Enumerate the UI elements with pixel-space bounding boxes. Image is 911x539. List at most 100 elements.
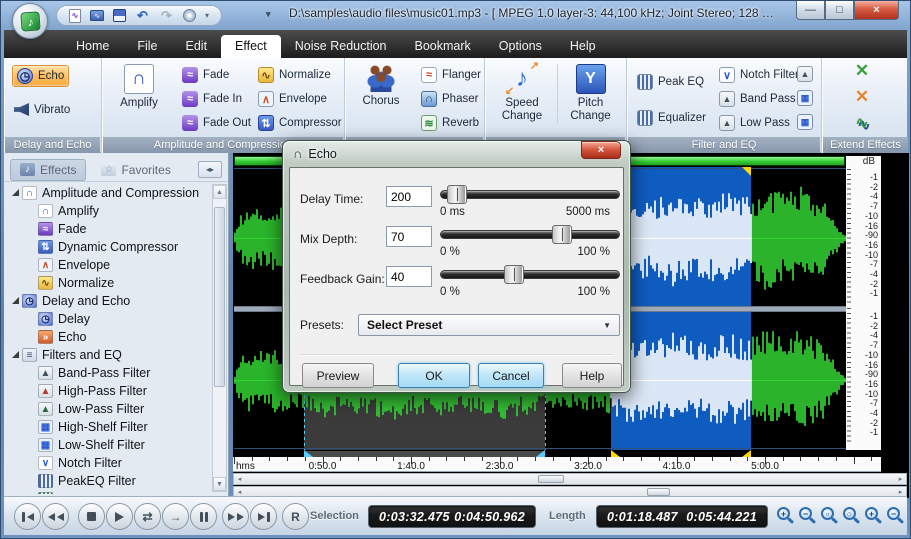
delay-time-slider-thumb[interactable] (447, 185, 467, 204)
high-shelf-icon-button[interactable]: ▦ (797, 90, 813, 106)
time-ruler[interactable]: hms 0:50.0 1:40.0 2:30.0 3:20.0 4:10.0 5:00.0 (233, 457, 881, 472)
compressor-button[interactable]: ⇅ Compressor (254, 113, 346, 133)
extend-effect-1-icon[interactable]: ✕ (854, 61, 870, 80)
expander-icon[interactable] (12, 296, 19, 304)
cancel-button[interactable]: Cancel (478, 363, 544, 388)
rewind-button[interactable] (42, 503, 69, 530)
equalizer-button[interactable]: Equalizer (633, 108, 710, 128)
envelope-button[interactable]: ∧ Envelope (254, 89, 331, 109)
preview-button[interactable]: Preview (302, 363, 374, 388)
menu-tab-effect[interactable]: Effect (221, 35, 281, 58)
burn-disc-icon[interactable] (183, 9, 196, 22)
burn-dropdown-icon[interactable]: ▾ (205, 11, 209, 20)
tree-item-low-pass-filter[interactable]: ▲ Low-Pass Filter (6, 400, 212, 418)
hscroll-right-icon[interactable]: ▸ (895, 474, 906, 484)
tree-item-amplify[interactable]: ∩ Amplify (6, 202, 212, 220)
stop-button[interactable] (78, 503, 105, 530)
flanger-button[interactable]: ≈ Flanger (417, 65, 485, 85)
vibrato-button[interactable]: Vibrato (10, 101, 74, 118)
speed-change-button[interactable]: ♪ Speed Change (491, 60, 553, 123)
peak-eq-button[interactable]: Peak EQ (633, 72, 708, 92)
extend-effect-3-icon[interactable]: ∿ (854, 115, 870, 132)
echo-button[interactable]: ◷ Echo (12, 65, 70, 87)
close-button[interactable]: × (854, 1, 899, 20)
tree-item-peakeq-filter[interactable]: PeakEQ Filter (6, 472, 212, 490)
tab-pager-button[interactable]: ◂▸ (198, 161, 222, 178)
dialog-close-button[interactable]: × (581, 141, 621, 159)
play-button[interactable] (106, 503, 133, 530)
extend-effect-2-icon[interactable]: ✕ (854, 87, 870, 106)
menu-tab-options[interactable]: Options (485, 35, 556, 58)
high-pass-icon-button[interactable]: ▲ (797, 66, 813, 82)
hscroll-thumb-1[interactable] (538, 475, 564, 483)
move-cursor-button[interactable]: → (162, 503, 189, 530)
menu-tab-help[interactable]: Help (556, 35, 610, 58)
phaser-button[interactable]: ∩ Phaser (417, 89, 482, 109)
amplify-button[interactable]: ∩ Amplify (112, 64, 166, 110)
tree-item-partial[interactable] (6, 490, 212, 494)
feedback-gain-input[interactable] (386, 266, 432, 287)
tree-item-envelope[interactable]: ∧ Envelope (6, 256, 212, 274)
delay-time-slider[interactable] (440, 185, 620, 204)
tree-item-low-shelf-filter[interactable]: ▦ Low-Shelf Filter (6, 436, 212, 454)
new-file-icon[interactable]: ∿ (69, 8, 81, 23)
save-icon[interactable] (113, 9, 126, 22)
pitch-change-button[interactable]: Y Pitch Change (557, 64, 619, 124)
zoom-in-icon[interactable]: + (776, 506, 797, 527)
presets-select[interactable]: Select Preset ▼ (358, 314, 620, 336)
menu-tab-file[interactable]: File (123, 35, 171, 58)
tab-effects[interactable]: ♪ Effects (10, 158, 87, 181)
skip-to-end-button[interactable] (250, 503, 277, 530)
menu-tab-edit[interactable]: Edit (172, 35, 222, 58)
tree-item-dynamic-compressor[interactable]: ⇅ Dynamic Compressor (6, 238, 212, 256)
menu-tab-bookmark[interactable]: Bookmark (401, 35, 485, 58)
dialog-title-bar[interactable]: ∩ Echo (293, 146, 337, 161)
hscroll-thumb-2[interactable] (647, 488, 670, 496)
open-file-icon[interactable]: ∿ (90, 10, 104, 21)
undo-icon[interactable]: ↶ (135, 8, 150, 23)
customize-qat-icon[interactable]: ▾ (266, 9, 271, 20)
horizontal-scrollbar-1[interactable]: ◂ ▸ (233, 473, 907, 485)
tree-item-fade[interactable]: ≈ Fade (6, 220, 212, 238)
zoom-vertical-in-icon[interactable]: + (864, 506, 885, 527)
skip-to-start-button[interactable] (14, 503, 41, 530)
zoom-selection-icon[interactable]: ▫ (820, 506, 841, 527)
feedback-gain-slider-thumb[interactable] (504, 265, 524, 284)
scroll-down-icon[interactable]: ▼ (213, 477, 226, 491)
help-button[interactable]: Help (562, 363, 622, 388)
record-button[interactable]: R (282, 503, 309, 530)
tree-item-high-shelf-filter[interactable]: ▦ High-Shelf Filter (6, 418, 212, 436)
scroll-up-icon[interactable]: ▲ (213, 185, 226, 199)
tree-scrollbar[interactable]: ▲ ▼ (212, 184, 227, 492)
normalize-button[interactable]: ∿ Normalize (254, 65, 335, 85)
mix-depth-slider-thumb[interactable] (552, 225, 572, 244)
fast-forward-button[interactable] (222, 503, 249, 530)
low-pass-button[interactable]: ▲ Low Pass (715, 113, 794, 133)
redo-icon[interactable]: ↷ (159, 8, 174, 23)
expander-icon[interactable] (12, 188, 19, 196)
loop-button[interactable]: ⇄ (134, 503, 161, 530)
menu-tab-noise-reduction[interactable]: Noise Reduction (281, 35, 401, 58)
tree-item-filters-and-eq[interactable]: ≡ Filters and EQ (6, 346, 212, 364)
feedback-gain-slider[interactable] (440, 265, 620, 284)
tree-item-notch-filter[interactable]: ∨ Notch Filter (6, 454, 212, 472)
zoom-vertical-out-icon[interactable]: − (886, 506, 907, 527)
ok-button[interactable]: OK (398, 363, 470, 388)
zoom-out-icon[interactable]: − (798, 506, 819, 527)
reverb-button[interactable]: ≋ Reverb (417, 113, 483, 133)
delay-time-input[interactable] (386, 186, 432, 207)
expander-icon[interactable] (12, 350, 19, 358)
tree-item-high-pass-filter[interactable]: ▲ High-Pass Filter (6, 382, 212, 400)
zoom-all-icon[interactable]: ○ (842, 506, 863, 527)
tree-item-echo[interactable]: » Echo (6, 328, 212, 346)
fade-button[interactable]: ≈ Fade (178, 65, 233, 85)
menu-tab-home[interactable]: Home (62, 35, 123, 58)
tree-item-amplitude-and-compression[interactable]: ∩ Amplitude and Compression (6, 184, 212, 202)
tab-favorites[interactable]: ☆ Favorites (92, 160, 179, 180)
low-shelf-icon-button[interactable]: ▦ (797, 114, 813, 130)
chorus-button[interactable]: Chorus (353, 64, 409, 108)
tree-item-delay[interactable]: ◷ Delay (6, 310, 212, 328)
mix-depth-input[interactable] (386, 226, 432, 247)
notch-filter-button[interactable]: ∨ Notch Filter (715, 65, 803, 85)
tree-item-delay-and-echo[interactable]: ◷ Delay and Echo (6, 292, 212, 310)
